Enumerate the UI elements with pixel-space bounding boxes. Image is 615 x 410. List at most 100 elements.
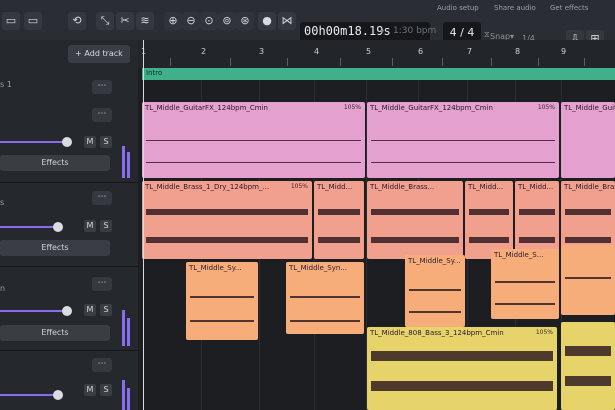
clip-name: TL_Middle_808_Bass_3_124bpm_Cmin [370, 329, 504, 337]
ruler-tick [538, 58, 539, 66]
solo-button[interactable]: S [100, 136, 112, 148]
mute-button[interactable]: M [84, 220, 96, 232]
audio-clip[interactable]: TL_Middle_Brass... [367, 181, 463, 259]
get-effects-link[interactable]: Get effects [550, 4, 588, 12]
track-menu-button[interactable]: ⋯ [92, 277, 112, 291]
audio-clip[interactable]: TL_Midd... [314, 181, 364, 259]
waveform [190, 296, 254, 298]
solo-button[interactable]: S [100, 304, 112, 316]
volume-slider[interactable] [0, 226, 60, 228]
timeline-ruler[interactable] [138, 40, 615, 68]
audio-clip[interactable] [561, 245, 615, 315]
bar-number: 4 [314, 47, 320, 56]
track-menu-button[interactable]: ⋯ [92, 80, 112, 94]
clip-name: TL_Middle_GuitarFX_124bpm_Cmin [370, 104, 493, 112]
level-meter [127, 318, 130, 346]
volume-knob[interactable] [62, 137, 72, 147]
level-meter [127, 152, 130, 178]
share-audio-link[interactable]: Share audio [494, 4, 536, 12]
track-name[interactable]: s [0, 198, 4, 207]
bar-number: 7 [467, 47, 473, 56]
zoom-select-icon[interactable]: ⊛ [236, 12, 254, 30]
waveform [495, 281, 555, 283]
solo-button[interactable]: S [100, 384, 112, 396]
mute-button[interactable]: M [84, 304, 96, 316]
metronome-icon[interactable]: ⋈ [278, 12, 296, 30]
zoom-in-icon[interactable]: ⊕ [164, 12, 182, 30]
audio-clip[interactable]: TL_Midd... [465, 181, 513, 259]
audio-clip[interactable]: TL_Middle_Syn... [286, 262, 364, 334]
waveform [565, 376, 611, 386]
add-track-button[interactable]: + Add track [68, 45, 130, 63]
waveform [565, 277, 611, 279]
waveform [146, 162, 361, 163]
waveform [290, 296, 360, 298]
tool-button[interactable]: ▭ [2, 12, 20, 30]
audio-clip[interactable]: TL_Middle_Sy... [186, 262, 258, 340]
waveform [318, 237, 360, 243]
level-meter [127, 388, 130, 410]
audio-clip[interactable]: TL_Middle_Brass_1_Dry_124bpm_... 105% [142, 181, 312, 259]
effects-button[interactable]: Effects [0, 240, 110, 256]
volume-knob[interactable] [53, 390, 63, 400]
loop-icon[interactable]: ⟲ [68, 12, 86, 30]
effects-button[interactable]: Effects [0, 325, 110, 341]
audio-clip[interactable]: TL_Middle_S... [491, 249, 559, 319]
waveform [495, 303, 555, 305]
clip-name: TL_Middle_Brass... [370, 183, 435, 191]
zoom-tool-icon[interactable]: ⊚ [218, 12, 236, 30]
volume-slider[interactable] [0, 141, 68, 143]
level-meter [122, 146, 125, 178]
audio-clip[interactable]: TL_Middle_GuitarFX_... [561, 102, 615, 178]
waveform [146, 140, 361, 141]
volume-knob[interactable] [53, 222, 63, 232]
track-headers-panel [0, 40, 138, 410]
audio-setup-link[interactable]: Audio setup [437, 4, 479, 12]
audio-clip[interactable] [561, 322, 615, 410]
quantize-icon[interactable]: ≋ [136, 12, 154, 30]
waveform [190, 320, 254, 322]
zoom-out-icon[interactable]: ⊖ [182, 12, 200, 30]
audio-clip[interactable]: TL_Middle_808_Bass_3_124bpm_Cmin 105% [367, 327, 557, 410]
track-menu-button[interactable]: ⋯ [92, 191, 112, 205]
audio-clip[interactable]: TL_Middle_GuitarFX_124bpm_Cmin 105% [142, 102, 365, 178]
bar-number: 5 [366, 47, 372, 56]
automation-icon[interactable]: ⤡ [96, 12, 114, 30]
track-menu-button[interactable]: ⋯ [92, 108, 112, 122]
playhead[interactable] [143, 40, 144, 410]
mute-button[interactable]: M [84, 384, 96, 396]
section-marker[interactable] [142, 68, 615, 80]
audio-clip[interactable]: TL_Midd... [515, 181, 559, 259]
volume-slider[interactable] [0, 310, 68, 312]
waveform [371, 209, 459, 215]
scissors-icon[interactable]: ✂ [116, 12, 134, 30]
audio-clip[interactable]: TL_Middle_GuitarFX_124bpm_Cmin 105% [367, 102, 559, 178]
waveform [146, 237, 308, 243]
volume-knob[interactable] [62, 306, 72, 316]
bar-number: 8 [515, 47, 521, 56]
ruler-tick [287, 58, 288, 66]
waveform [519, 237, 555, 243]
track-name[interactable]: s 1 [0, 80, 12, 89]
volume-slider[interactable] [0, 394, 60, 396]
effects-button[interactable]: Effects [0, 155, 110, 171]
bar-number: 3 [259, 47, 265, 56]
track-menu-button[interactable]: ⋯ [92, 358, 112, 372]
record-icon[interactable]: ● [258, 12, 276, 30]
zoom-fit-icon[interactable]: ⊙ [200, 12, 218, 30]
metronome-toggle-icon[interactable]: ⧖ [484, 30, 490, 40]
waveform [371, 162, 555, 163]
bar-number: 6 [418, 47, 424, 56]
tool-button[interactable]: ▭ [24, 12, 42, 30]
clip-gain: 105% [290, 183, 308, 190]
mute-button[interactable]: M [84, 136, 96, 148]
waveform [371, 351, 553, 361]
dropdown-icon[interactable]: ▾ [380, 27, 384, 36]
waveform [318, 209, 360, 215]
ruler-tick [392, 58, 393, 66]
audio-clip[interactable]: TL_Middle_Sy... [405, 255, 465, 327]
tempo-display[interactable]: 1:30 bpm [393, 26, 436, 36]
track-name[interactable]: n [0, 284, 5, 293]
solo-button[interactable]: S [100, 220, 112, 232]
waveform [409, 289, 461, 291]
